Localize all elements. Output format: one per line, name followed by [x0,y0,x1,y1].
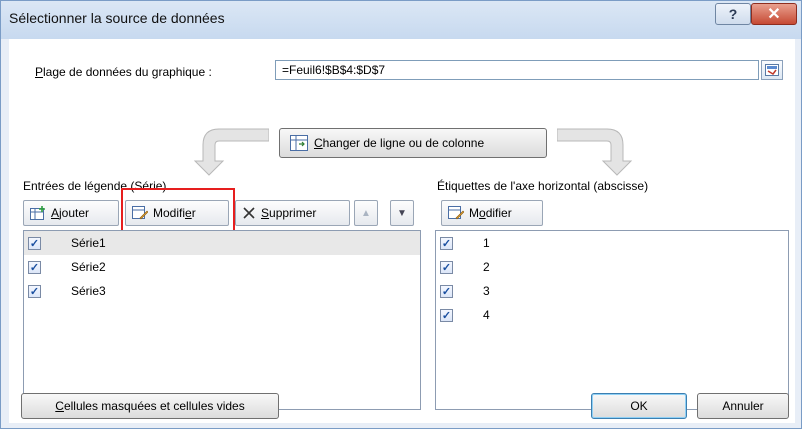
move-down-button[interactable]: ▼ [390,200,414,226]
help-button[interactable]: ? [715,3,751,25]
series-name: Série2 [71,260,106,274]
dialog-body: Plage de données du graphique : =Feuil6!… [9,39,795,423]
remove-series-label: Supprimer [261,206,317,220]
edit-axis-icon [448,206,464,220]
checkbox-checked-icon[interactable]: ✓ [440,260,453,274]
checkbox-checked-icon[interactable]: ✓ [28,284,41,298]
delete-x-icon [243,207,255,219]
range-select-button[interactable] [761,60,783,80]
ok-button[interactable]: OK [591,393,687,419]
checkbox-checked-icon[interactable]: ✓ [440,236,453,250]
close-button[interactable]: ✕ [751,3,797,25]
axis-label-value: 3 [483,284,490,298]
switch-rows-columns-icon [290,135,308,151]
series-list[interactable]: ✓ Série1 ✓ Série2 ✓ Série3 [23,230,421,410]
list-item[interactable]: ✓ 1 [436,231,788,255]
arrow-up-icon: ▲ [361,207,371,219]
remove-series-button[interactable]: Supprimer [235,200,350,226]
series-name: Série1 [71,236,106,250]
list-item[interactable]: ✓ Série3 [24,279,420,303]
checkbox-checked-icon[interactable]: ✓ [440,308,453,322]
checkbox-checked-icon[interactable]: ✓ [28,260,41,274]
right-arrow-decoration [557,128,633,176]
list-item[interactable]: ✓ 4 [436,303,788,327]
list-item[interactable]: ✓ 3 [436,279,788,303]
list-item[interactable]: ✓ 2 [436,255,788,279]
axis-label-value: 1 [483,236,490,250]
range-select-icon [765,64,779,76]
list-item[interactable]: ✓ Série2 [24,255,420,279]
dialog-title: Sélectionner la source de données [9,10,225,26]
axis-label-value: 2 [483,260,490,274]
add-series-label: Ajouter [51,206,90,220]
title-bar[interactable]: Sélectionner la source de données ? ✕ [1,1,801,39]
edit-axis-button[interactable]: Modifier [441,200,543,226]
help-icon: ? [728,6,738,22]
series-name: Série3 [71,284,106,298]
chart-range-input[interactable]: =Feuil6!$B$4:$D$7 [275,60,759,80]
cancel-button[interactable]: Annuler [697,393,789,419]
add-series-button[interactable]: Ajouter [23,200,119,226]
left-arrow-decoration [193,128,269,176]
axis-labels-label: Étiquettes de l'axe horizontal (abscisse… [437,179,649,193]
chart-range-label: Plage de données du graphique : [35,65,212,79]
hidden-empty-cells-label: Cellules masquées et cellules vides [55,399,245,413]
close-icon: ✕ [767,6,781,23]
dialog-window: Sélectionner la source de données ? ✕ Pl… [0,0,802,429]
move-up-button[interactable]: ▲ [354,200,378,226]
axis-label-value: 4 [483,308,490,322]
edit-axis-label: Modifier [469,206,512,220]
hidden-empty-cells-button[interactable]: Cellules masquées et cellules vides [21,393,279,419]
switch-row-column-button[interactable]: Changer de ligne ou de colonne [279,128,547,158]
checkbox-checked-icon[interactable]: ✓ [440,284,453,298]
checkbox-checked-icon[interactable]: ✓ [28,236,41,250]
switch-row-column-label: Changer de ligne ou de colonne [314,136,485,150]
axis-labels-list[interactable]: ✓ 1 ✓ 2 ✓ 3 ✓ 4 [435,230,789,410]
arrow-down-icon: ▼ [397,207,407,219]
add-series-icon [30,206,45,220]
list-item[interactable]: ✓ Série1 [24,231,420,255]
